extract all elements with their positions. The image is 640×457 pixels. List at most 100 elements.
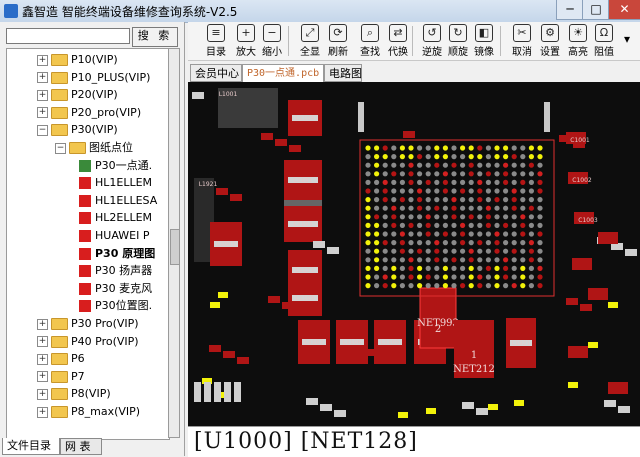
tree-item[interactable]: + P30 Pro(VIP): [37, 315, 139, 333]
tree-item[interactable]: + P8(VIP): [37, 385, 111, 403]
bga-ball[interactable]: [520, 179, 526, 185]
bga-ball[interactable]: [460, 145, 466, 151]
bga-ball[interactable]: [460, 214, 466, 220]
bga-ball[interactable]: [511, 222, 517, 228]
bga-ball[interactable]: [451, 283, 457, 289]
bga-ball[interactable]: [494, 257, 500, 263]
toolbar-more-button[interactable]: ▾: [618, 24, 636, 58]
bga-ball[interactable]: [382, 145, 388, 151]
bga-ball[interactable]: [434, 248, 440, 254]
bga-ball[interactable]: [520, 145, 526, 151]
pcb-trace[interactable]: [544, 102, 550, 132]
bga-ball[interactable]: [503, 188, 509, 194]
bga-ball[interactable]: [434, 171, 440, 177]
bga-ball[interactable]: [382, 248, 388, 254]
bga-ball[interactable]: [399, 197, 405, 203]
bga-ball[interactable]: [425, 188, 431, 194]
bga-ball[interactable]: [485, 248, 491, 254]
bga-ball[interactable]: [365, 240, 371, 246]
bga-ball[interactable]: [442, 179, 448, 185]
bga-ball[interactable]: [425, 205, 431, 211]
bga-ball[interactable]: [442, 171, 448, 177]
bga-ball[interactable]: [494, 231, 500, 237]
bga-ball[interactable]: [374, 240, 380, 246]
bga-ball[interactable]: [382, 274, 388, 280]
bga-ball[interactable]: [374, 214, 380, 220]
tree-item[interactable]: + P10(VIP): [37, 51, 118, 69]
bga-ball[interactable]: [537, 188, 543, 194]
bga-ball[interactable]: [399, 188, 405, 194]
bga-ball[interactable]: [494, 171, 500, 177]
bga-ball[interactable]: [374, 188, 380, 194]
expand-icon[interactable]: +: [37, 89, 48, 101]
expand-icon[interactable]: +: [37, 318, 48, 330]
bga-ball[interactable]: [408, 231, 414, 237]
bga-ball[interactable]: [382, 265, 388, 271]
bga-ball[interactable]: [537, 283, 543, 289]
bga-ball[interactable]: [425, 274, 431, 280]
bga-ball[interactable]: [365, 179, 371, 185]
bga-ball[interactable]: [520, 231, 526, 237]
bga-ball[interactable]: [408, 283, 414, 289]
bga-ball[interactable]: [382, 222, 388, 228]
bga-ball[interactable]: [477, 265, 483, 271]
bga-ball[interactable]: [511, 171, 517, 177]
capacitor-pad[interactable]: [598, 232, 618, 244]
bga-ball[interactable]: [485, 274, 491, 280]
bga-ball[interactable]: [408, 188, 414, 194]
tab-schematic[interactable]: 电路图: [324, 64, 362, 82]
bga-ball[interactable]: [408, 179, 414, 185]
bga-ball[interactable]: [511, 205, 517, 211]
highlighted-pad[interactable]: [210, 302, 220, 308]
expand-icon[interactable]: +: [37, 406, 48, 418]
bga-ball[interactable]: [511, 257, 517, 263]
bga-ball[interactable]: [520, 205, 526, 211]
bga-ball[interactable]: [451, 214, 457, 220]
bga-ball[interactable]: [399, 240, 405, 246]
bga-ball[interactable]: [408, 154, 414, 160]
bga-ball[interactable]: [528, 188, 534, 194]
smd-pad[interactable]: [476, 408, 488, 415]
bga-ball[interactable]: [399, 274, 405, 280]
bga-ball[interactable]: [391, 179, 397, 185]
bga-ball[interactable]: [520, 274, 526, 280]
bga-ball[interactable]: [485, 154, 491, 160]
capacitor-pad[interactable]: [568, 346, 588, 358]
search-button[interactable]: 搜 索: [132, 27, 178, 47]
bga-ball[interactable]: [382, 231, 388, 237]
capacitor-pad[interactable]: [588, 288, 608, 300]
bga-ball[interactable]: [494, 188, 500, 194]
close-button[interactable]: ✕: [608, 0, 640, 20]
tree-item[interactable]: + P7: [37, 368, 85, 386]
expand-icon[interactable]: +: [37, 107, 48, 119]
bga-ball[interactable]: [460, 248, 466, 254]
bga-ball[interactable]: [520, 265, 526, 271]
smd-pad[interactable]: [216, 188, 228, 195]
bga-ball[interactable]: [374, 145, 380, 151]
bga-ball[interactable]: [442, 154, 448, 160]
bga-ball[interactable]: [528, 179, 534, 185]
scrollbar-thumb[interactable]: [170, 229, 180, 265]
bga-ball[interactable]: [485, 145, 491, 151]
bga-ball[interactable]: [485, 214, 491, 220]
bga-ball[interactable]: [511, 214, 517, 220]
bga-ball[interactable]: [434, 205, 440, 211]
bga-ball[interactable]: [408, 171, 414, 177]
bga-ball[interactable]: [374, 197, 380, 203]
bga-ball[interactable]: [468, 214, 474, 220]
expand-icon[interactable]: +: [37, 388, 48, 400]
bga-ball[interactable]: [434, 274, 440, 280]
bga-ball[interactable]: [434, 188, 440, 194]
capacitor-pad[interactable]: [608, 382, 628, 394]
bga-ball[interactable]: [417, 179, 423, 185]
bga-ball[interactable]: [451, 248, 457, 254]
bga-ball[interactable]: [365, 283, 371, 289]
bga-ball[interactable]: [451, 274, 457, 280]
bga-ball[interactable]: [391, 214, 397, 220]
smd-pad[interactable]: [234, 382, 241, 402]
bga-ball[interactable]: [511, 231, 517, 237]
bga-ball[interactable]: [537, 145, 543, 151]
bga-ball[interactable]: [374, 231, 380, 237]
maximize-button[interactable]: □: [582, 0, 610, 20]
bga-ball[interactable]: [442, 205, 448, 211]
